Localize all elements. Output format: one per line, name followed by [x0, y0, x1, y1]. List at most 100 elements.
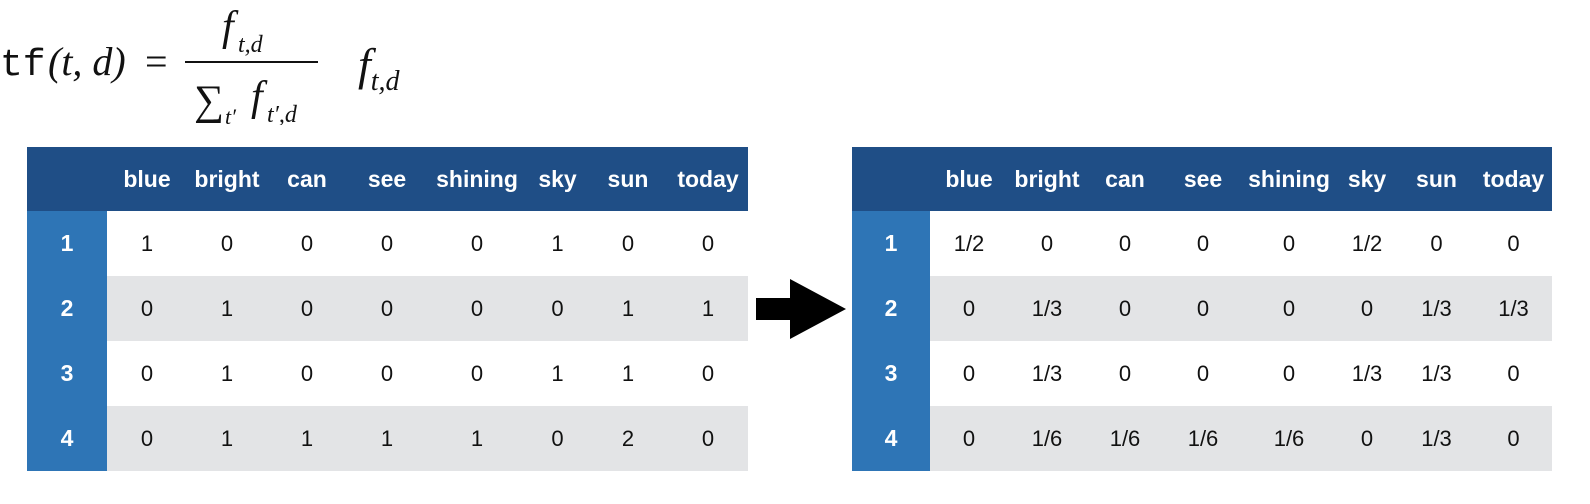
- table-cell: 0: [267, 341, 347, 406]
- row-label: 2: [852, 276, 930, 341]
- table-cell: 0: [427, 276, 527, 341]
- table-cell: 1: [588, 341, 668, 406]
- column-header: sky: [1336, 147, 1398, 211]
- table-cell: 1: [187, 406, 267, 471]
- table-cell: 1/3: [1475, 276, 1552, 341]
- table-cell: 0: [267, 276, 347, 341]
- table-cell: 2: [588, 406, 668, 471]
- table-cell: 0: [1336, 406, 1398, 471]
- tf-function-name: tf: [0, 44, 46, 87]
- table-cell: 1: [668, 276, 748, 341]
- table-row: 3 0 1 0 0 0 1 1 0: [27, 341, 748, 406]
- table-cell: 0: [1242, 341, 1336, 406]
- table-cell: 0: [930, 341, 1008, 406]
- sum-symbol: ∑: [194, 78, 224, 124]
- table-cell: 0: [668, 406, 748, 471]
- table-row: 1 1/2 0 0 0 0 1/2 0 0: [852, 211, 1552, 276]
- row-label: 4: [852, 406, 930, 471]
- table-cell: 0: [1086, 276, 1164, 341]
- left-formula: ft,d: [358, 38, 400, 98]
- right-arrow-icon: [756, 279, 846, 339]
- column-header: sky: [527, 147, 588, 211]
- table-cell: 1: [267, 406, 347, 471]
- table-cell: 1: [107, 211, 187, 276]
- table-cell: 1/3: [1336, 341, 1398, 406]
- corner-cell: [27, 147, 107, 211]
- denominator-subscript: t′,d: [267, 102, 298, 125]
- table-cell: 0: [107, 276, 187, 341]
- equals-sign: =: [145, 39, 168, 84]
- column-header: see: [347, 147, 427, 211]
- table-cell: 0: [187, 211, 267, 276]
- table-cell: 1: [187, 276, 267, 341]
- table-cell: 0: [107, 406, 187, 471]
- numerator-base: f: [222, 4, 239, 50]
- table-cell: 0: [347, 276, 427, 341]
- table-cell: 0: [1164, 276, 1242, 341]
- table-cell: 0: [1475, 211, 1552, 276]
- row-label: 2: [27, 276, 107, 341]
- table-cell: 1: [187, 341, 267, 406]
- term-count-table: blue bright can see shining sky sun toda…: [27, 147, 748, 471]
- table-cell: 0: [427, 211, 527, 276]
- column-header: sun: [588, 147, 668, 211]
- left-formula-subscript: t,d: [370, 66, 400, 97]
- table-row: 1 1 0 0 0 0 1 0 0: [27, 211, 748, 276]
- table-cell: 0: [427, 341, 527, 406]
- row-label: 4: [27, 406, 107, 471]
- row-label: 3: [27, 341, 107, 406]
- table-cell: 1/3: [1008, 276, 1086, 341]
- table-row: 3 0 1/3 0 0 0 1/3 1/3 0: [852, 341, 1552, 406]
- table-cell: 0: [347, 211, 427, 276]
- column-header: shining: [1242, 147, 1336, 211]
- table-cell: 0: [1475, 341, 1552, 406]
- table-cell: 0: [1242, 211, 1336, 276]
- table-cell: 0: [1008, 211, 1086, 276]
- table-cell: 0: [930, 276, 1008, 341]
- table-cell: 1/6: [1164, 406, 1242, 471]
- table-cell: 1/3: [1008, 341, 1086, 406]
- table-cell: 0: [1475, 406, 1552, 471]
- table-cell: 0: [527, 406, 588, 471]
- term-frequency-table: blue bright can see shining sky sun toda…: [852, 147, 1552, 471]
- header-row: blue bright can see shining sky sun toda…: [27, 147, 748, 211]
- table-cell: 1/2: [930, 211, 1008, 276]
- table-row: 4 0 1/6 1/6 1/6 1/6 0 1/3 0: [852, 406, 1552, 471]
- table-cell: 1/6: [1008, 406, 1086, 471]
- row-label: 3: [852, 341, 930, 406]
- table-cell: 0: [1086, 341, 1164, 406]
- left-formula-base: f: [358, 39, 371, 90]
- column-header: sun: [1398, 147, 1475, 211]
- column-header: bright: [1008, 147, 1086, 211]
- tf-arguments: (t, d): [48, 39, 126, 84]
- corner-cell: [852, 147, 930, 211]
- numerator-subscript: t,d: [238, 32, 264, 58]
- table-cell: 1: [347, 406, 427, 471]
- table-cell: 1: [588, 276, 668, 341]
- table-cell: 0: [930, 406, 1008, 471]
- table-cell: 0: [668, 211, 748, 276]
- column-header: today: [668, 147, 748, 211]
- column-header: blue: [930, 147, 1008, 211]
- table-cell: 1: [527, 341, 588, 406]
- table-cell: 0: [1164, 341, 1242, 406]
- table-row: 2 0 1/3 0 0 0 0 1/3 1/3: [852, 276, 1552, 341]
- table-cell: 0: [267, 211, 347, 276]
- table-cell: 1: [527, 211, 588, 276]
- table-cell: 0: [1336, 276, 1398, 341]
- column-header: bright: [187, 147, 267, 211]
- table-cell: 0: [527, 276, 588, 341]
- table-cell: 0: [1164, 211, 1242, 276]
- table-cell: 0: [1398, 211, 1475, 276]
- table-cell: 0: [107, 341, 187, 406]
- column-header: can: [267, 147, 347, 211]
- column-header: see: [1164, 147, 1242, 211]
- table-cell: 1/2: [1336, 211, 1398, 276]
- row-label: 1: [852, 211, 930, 276]
- table-cell: 1/3: [1398, 406, 1475, 471]
- table-cell: 1/3: [1398, 276, 1475, 341]
- table-row: 2 0 1 0 0 0 0 1 1: [27, 276, 748, 341]
- header-row: blue bright can see shining sky sun toda…: [852, 147, 1552, 211]
- column-header: blue: [107, 147, 187, 211]
- table-cell: 1/6: [1086, 406, 1164, 471]
